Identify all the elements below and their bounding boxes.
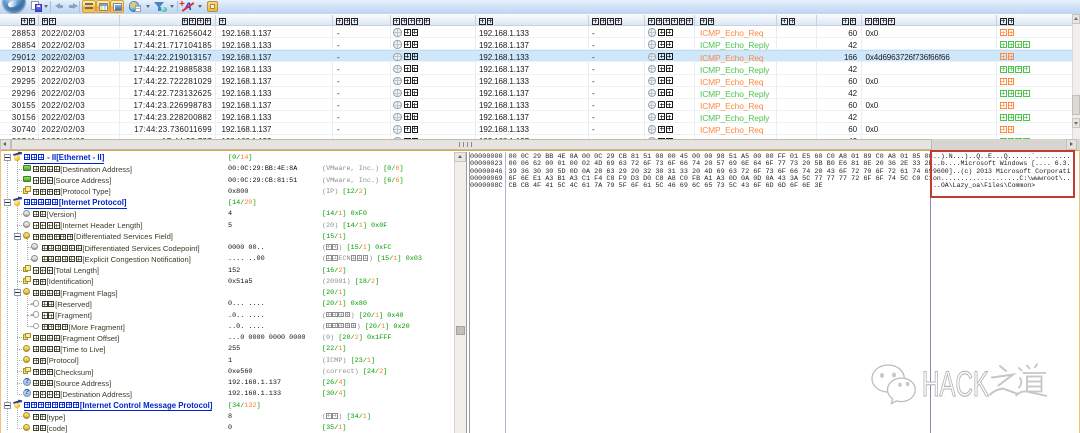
svg-text:HACK: HACK	[922, 365, 989, 404]
